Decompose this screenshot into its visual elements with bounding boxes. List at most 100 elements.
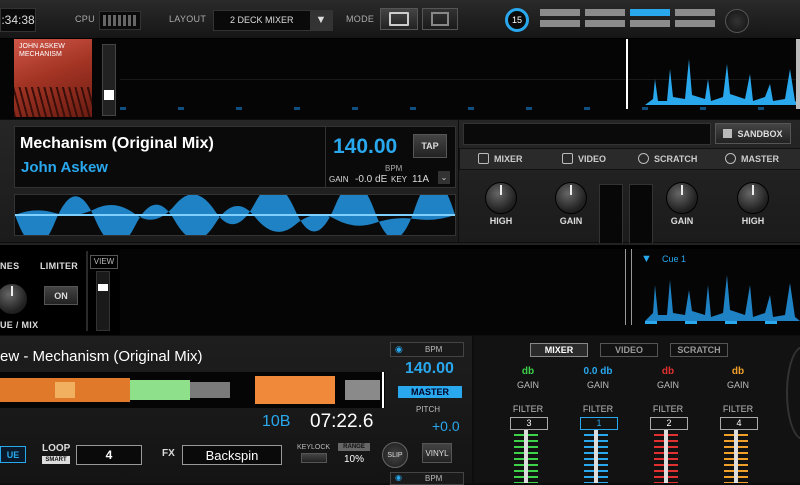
film-icon xyxy=(562,153,573,164)
layout-select-value: 2 DECK MIXER xyxy=(230,15,294,25)
knob-label-high-right: HIGH xyxy=(741,216,765,226)
mixer-tab-mixer[interactable]: MIXER xyxy=(530,343,588,357)
channel-gain-label: GAIN xyxy=(586,380,609,390)
deck1-artist: John Askew xyxy=(21,159,108,176)
tab-scratch-label: SCRATCH xyxy=(654,153,698,164)
vu-meter-left xyxy=(599,184,623,244)
expand-icon[interactable]: ⌄ xyxy=(438,171,450,184)
deck2-panel: ew - Mechanism (Original Mix) ◉ BPM 140.… xyxy=(0,336,472,485)
loop-size-value[interactable]: 4 xyxy=(76,445,142,465)
deck2-bpm-tag-label: BPM xyxy=(425,345,443,354)
middle-strip: NES LIMITER ON UE / MIX VIEW ▼ Cue 1 xyxy=(0,243,800,335)
monitor-icon xyxy=(389,12,409,26)
knob-label-gain-left: GAIN xyxy=(559,216,583,226)
vinyl-icon xyxy=(638,153,649,164)
cube-icon xyxy=(723,129,733,138)
cue-mix-label: UE / MIX xyxy=(0,320,39,330)
channel-filter-label: FILTER xyxy=(582,404,614,414)
channel-number[interactable]: 1 xyxy=(580,417,618,430)
deck1-key-value[interactable]: 11A xyxy=(412,174,429,185)
panel-tabs: MIXER VIDEO SCRATCH MASTER xyxy=(459,148,800,170)
high-knob-left[interactable] xyxy=(485,182,517,214)
top-toolbar: :34:38 CPU LAYOUT 2 DECK MIXER ▼ MODE 15 xyxy=(0,0,800,39)
tab-scratch[interactable]: SCRATCH xyxy=(638,153,697,164)
fx-select[interactable]: Backspin xyxy=(182,445,282,465)
deck1-title: Mechanism (Original Mix) xyxy=(20,135,214,152)
mixer-panel: MIXER VIDEO SCRATCH db GAIN FILTER 3 0.0… xyxy=(474,336,800,483)
layout-label: LAYOUT xyxy=(169,14,207,24)
channel-filter-label: FILTER xyxy=(652,404,684,414)
high-knob-right[interactable] xyxy=(737,182,769,214)
mixer-icon xyxy=(478,153,489,164)
pitch-value[interactable]: +0.0 xyxy=(432,418,460,434)
deck1-gain-label: GAIN xyxy=(329,175,349,184)
deck1-scrolling-waveform[interactable] xyxy=(14,194,456,236)
vu-meter-right xyxy=(629,184,653,244)
channel-filter-label: FILTER xyxy=(722,404,754,414)
tab-mixer[interactable]: MIXER xyxy=(478,153,523,164)
master-button[interactable]: MASTER xyxy=(398,386,462,398)
vinyl-button[interactable]: VINYL xyxy=(422,443,452,463)
loop-label: LOOP xyxy=(42,443,71,454)
gain-knob-left[interactable] xyxy=(555,182,587,214)
chevron-down-icon: ▼ xyxy=(310,11,332,30)
deck2-overview-waveform[interactable]: ▼ Cue 1 xyxy=(120,249,800,335)
limiter-label: LIMITER xyxy=(40,261,79,271)
deck2-title: ew - Mechanism (Original Mix) xyxy=(0,348,203,365)
zoom-slider[interactable] xyxy=(96,271,110,331)
volume-meter xyxy=(102,44,116,116)
track-overview-row: JOHN ASKEW MECHANISM xyxy=(0,39,800,119)
keylock-toggle[interactable] xyxy=(301,453,327,463)
mixer-channel-3: db GAIN FILTER 3 xyxy=(498,362,558,483)
eye-icon[interactable]: ◉ xyxy=(395,344,403,355)
sync-indicator[interactable]: 15 xyxy=(505,8,529,32)
played-waveform xyxy=(645,59,800,105)
slip-button[interactable]: SLIP xyxy=(382,442,408,468)
eye-icon[interactable]: ◉ xyxy=(395,473,402,482)
channel-number[interactable]: 4 xyxy=(720,417,758,430)
view-button[interactable]: VIEW xyxy=(90,255,118,269)
channel-number[interactable]: 2 xyxy=(650,417,688,430)
keylock-label: KEYLOCK xyxy=(297,444,331,451)
playhead xyxy=(626,39,628,109)
mixer-channel-2: db GAIN FILTER 2 xyxy=(638,362,698,483)
cpu-label: CPU xyxy=(75,14,95,24)
deck2-bpm: 140.00 xyxy=(405,360,454,378)
cue-mix-knob[interactable] xyxy=(0,283,28,315)
channel-db: db xyxy=(521,366,535,377)
knob-label-gain-right: GAIN xyxy=(670,216,694,226)
deck1-key-label: KEY xyxy=(391,175,408,184)
mode-tablet-button[interactable] xyxy=(422,8,458,30)
deck2-bpm-tag-lower-label: BPM xyxy=(425,474,443,483)
range-label: RANGE xyxy=(338,443,370,451)
cue-button[interactable]: UE xyxy=(0,446,26,463)
deck-layout-switcher[interactable] xyxy=(540,9,720,31)
tab-master[interactable]: MASTER xyxy=(725,153,779,164)
sandbox-button-label: SANDBOX xyxy=(737,128,783,139)
deck1-bpm: 140.00 xyxy=(333,135,398,158)
knob-label-high-left: HIGH xyxy=(489,216,513,226)
tap-button[interactable]: TAP xyxy=(413,134,447,158)
tab-video-label: VIDEO xyxy=(578,153,607,164)
range-value[interactable]: 10% xyxy=(344,454,364,465)
smart-loop-button[interactable]: SMART xyxy=(42,456,70,464)
layout-select[interactable]: 2 DECK MIXER ▼ xyxy=(213,10,333,31)
mode-desktop-button[interactable] xyxy=(380,8,418,30)
record-button[interactable] xyxy=(725,9,749,33)
mixer-tab-video[interactable]: VIDEO xyxy=(600,343,658,357)
deck1-gain-value[interactable]: -0.0 dE xyxy=(355,174,387,185)
channel-gain-label: GAIN xyxy=(656,380,679,390)
limiter-toggle[interactable]: ON xyxy=(44,286,78,305)
crossfader-jog[interactable] xyxy=(786,346,800,440)
right-panel: SANDBOX MIXER VIDEO SCRATCH MASTER HIGH … xyxy=(459,120,800,244)
track-overview-waveform[interactable] xyxy=(120,39,800,119)
channel-number[interactable]: 3 xyxy=(510,417,548,430)
album-art: JOHN ASKEW MECHANISM xyxy=(14,39,92,117)
gain-knob-right[interactable] xyxy=(666,182,698,214)
tab-video[interactable]: VIDEO xyxy=(562,153,606,164)
sandbox-button[interactable]: SANDBOX xyxy=(715,123,791,144)
cpu-meter xyxy=(99,11,141,30)
mixer-tab-scratch[interactable]: SCRATCH xyxy=(670,343,728,357)
deck2-scrolling-waveform[interactable] xyxy=(0,372,385,408)
deck2-bpm-tag: ◉ BPM xyxy=(390,342,464,357)
